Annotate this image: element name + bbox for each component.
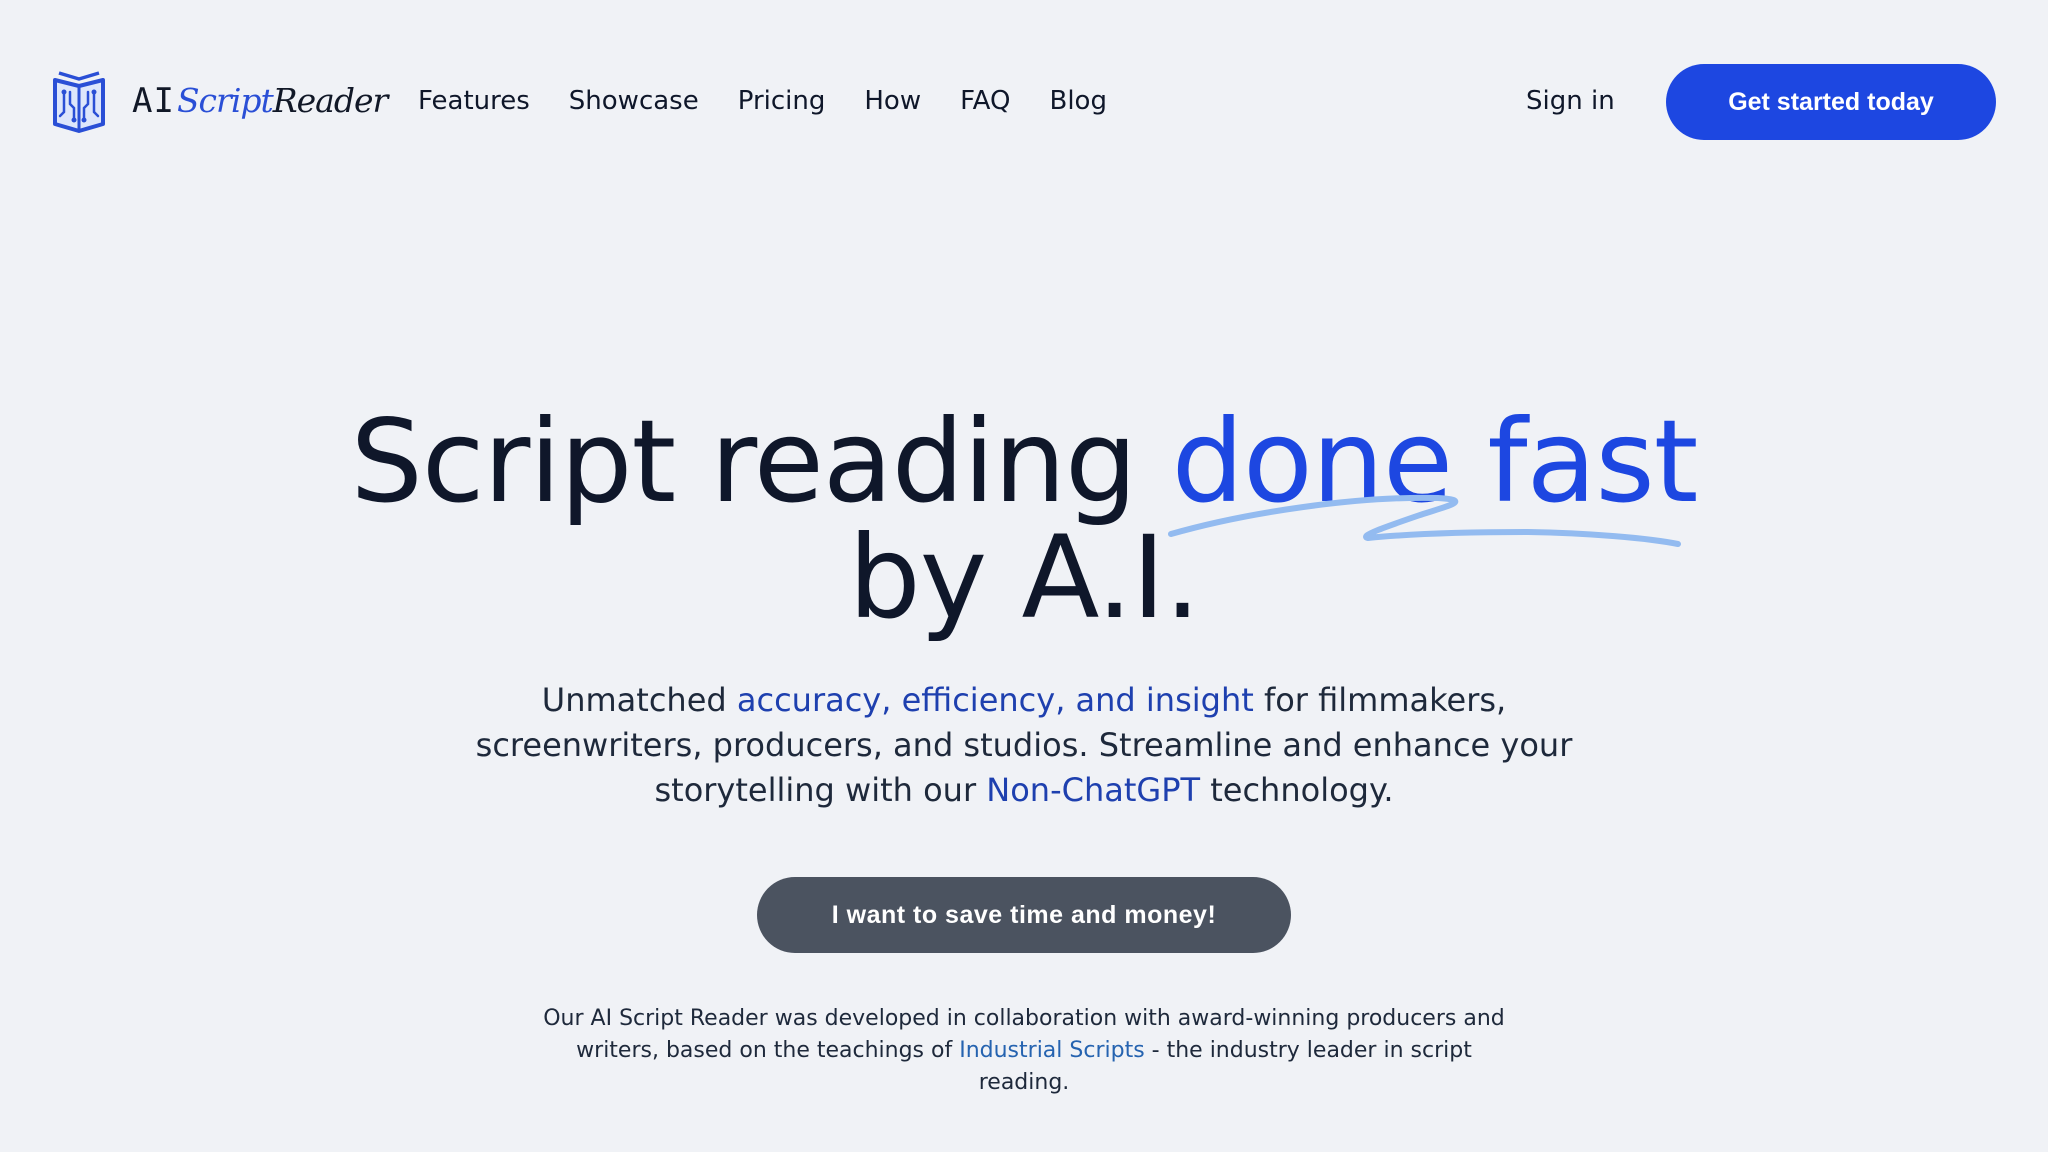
logo-link[interactable]: AI Script Reader bbox=[50, 68, 388, 134]
subtitle-highlight-non-chatgpt: Non-ChatGPT bbox=[986, 771, 1201, 809]
logo-text-reader: Reader bbox=[272, 81, 388, 120]
subtitle-highlight-accuracy: accuracy, efficiency, and insight bbox=[736, 681, 1254, 719]
hero-title: Script reading done fast by A.I. bbox=[0, 404, 2048, 636]
nav-link-showcase[interactable]: Showcase bbox=[569, 84, 699, 118]
nav-link-how[interactable]: How bbox=[864, 84, 921, 118]
nav-link-features[interactable]: Features bbox=[418, 84, 530, 118]
sign-in-link[interactable]: Sign in bbox=[1526, 84, 1615, 118]
industrial-scripts-link[interactable]: Industrial Scripts bbox=[959, 1038, 1144, 1063]
hero-title-accent: done fast bbox=[1171, 395, 1699, 528]
save-time-money-button[interactable]: I want to save time and money! bbox=[757, 877, 1291, 953]
book-circuit-icon bbox=[53, 71, 105, 133]
hero-subtitle: Unmatched accuracy, efficiency, and insi… bbox=[474, 678, 1574, 813]
nav-link-faq[interactable]: FAQ bbox=[960, 84, 1010, 118]
subtitle-part3: technology. bbox=[1200, 771, 1394, 809]
logo-wordmark: AI Script Reader bbox=[132, 81, 388, 121]
main-nav: Features Showcase Pricing How FAQ Blog bbox=[418, 84, 1146, 118]
nav-link-pricing[interactable]: Pricing bbox=[738, 84, 826, 118]
credibility-note: Our AI Script Reader was developed in co… bbox=[534, 1003, 1514, 1099]
site-header: AI Script Reader Features Showcase Prici… bbox=[0, 0, 2048, 204]
nav-link-blog[interactable]: Blog bbox=[1049, 84, 1106, 118]
hero-title-line2: by A.I. bbox=[848, 511, 1200, 644]
logo-text-script: Script bbox=[176, 81, 274, 120]
logo-text-ai: AI bbox=[132, 81, 175, 121]
hero-title-part1: Script reading bbox=[350, 395, 1172, 528]
subtitle-part1: Unmatched bbox=[541, 681, 737, 719]
get-started-button[interactable]: Get started today bbox=[1666, 64, 1996, 140]
